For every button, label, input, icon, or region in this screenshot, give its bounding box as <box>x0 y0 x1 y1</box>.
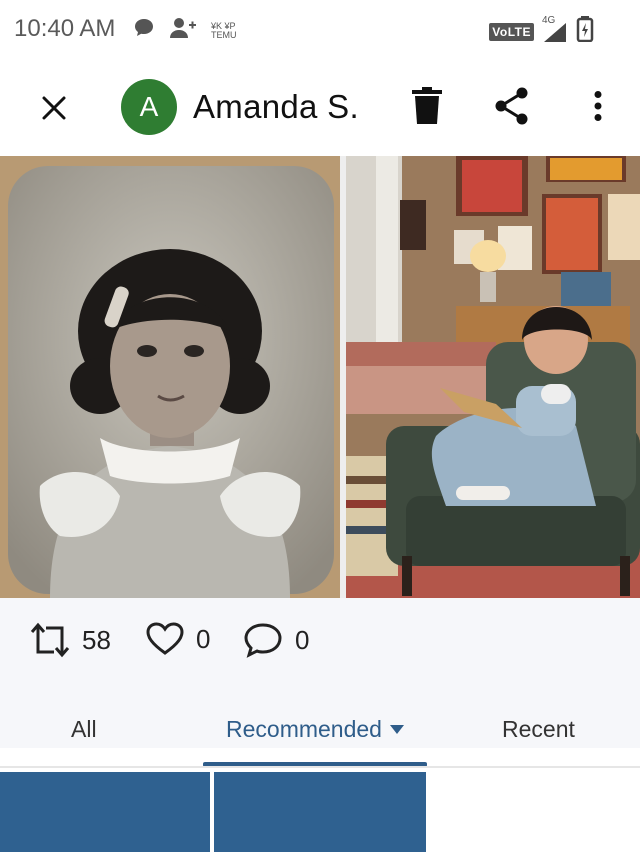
status-system-icons: VoLTE 4G <box>489 15 594 47</box>
caret-down-icon <box>389 724 404 734</box>
grid-tile[interactable] <box>430 772 640 852</box>
repost-count: 58 <box>82 624 111 655</box>
feed-grid <box>0 772 640 852</box>
battery-charging-icon <box>576 16 594 47</box>
vintage-portrait-photo[interactable] <box>0 156 340 598</box>
close-button[interactable] <box>34 88 74 128</box>
app-badge-bottom: TEMU <box>211 29 237 40</box>
comment-bubble-icon <box>244 623 282 658</box>
comment-button[interactable]: 0 <box>243 622 309 658</box>
repost-button[interactable]: 58 <box>30 622 111 658</box>
engagement-bar: 58 0 0 All Recommended Recent <box>0 598 640 767</box>
status-bar: 10:40 AM ¥K ¥P TEMU VoLTE 4G <box>0 0 640 58</box>
like-button[interactable]: 0 <box>146 622 210 656</box>
heart-icon <box>146 622 184 655</box>
delete-button[interactable] <box>405 84 449 128</box>
more-vertical-icon <box>594 91 602 121</box>
post-header: A Amanda S. <box>0 58 640 156</box>
like-count: 0 <box>196 623 211 654</box>
status-notification-icons: ¥K ¥P TEMU <box>133 16 237 45</box>
tab-all[interactable]: All <box>71 716 97 743</box>
share-button[interactable] <box>490 84 534 128</box>
post-images <box>0 156 640 598</box>
chat-bubble-icon <box>133 17 155 44</box>
girl-reading-photo[interactable] <box>346 156 640 598</box>
feed-tabs: All Recommended Recent <box>0 698 640 768</box>
tab-recommended-label: Recommended <box>226 716 382 742</box>
avatar[interactable]: A <box>121 79 177 135</box>
trash-icon <box>412 87 442 124</box>
repost-icon <box>30 622 70 658</box>
status-time: 10:40 AM <box>14 15 116 42</box>
app-badge-icon: ¥K ¥P TEMU <box>211 21 237 40</box>
more-options-button[interactable] <box>578 84 618 128</box>
signal-icon: 4G <box>542 15 568 43</box>
user-name[interactable]: Amanda S. <box>193 88 359 126</box>
divider <box>0 766 640 768</box>
volte-badge: VoLTE <box>489 22 534 41</box>
share-icon <box>495 87 528 125</box>
add-person-icon <box>169 16 197 45</box>
tab-recommended[interactable]: Recommended <box>226 716 404 743</box>
tab-recent[interactable]: Recent <box>502 716 575 743</box>
close-icon <box>42 96 66 120</box>
grid-tile[interactable] <box>214 772 426 852</box>
grid-tile[interactable] <box>0 772 210 852</box>
comment-count: 0 <box>295 624 310 655</box>
